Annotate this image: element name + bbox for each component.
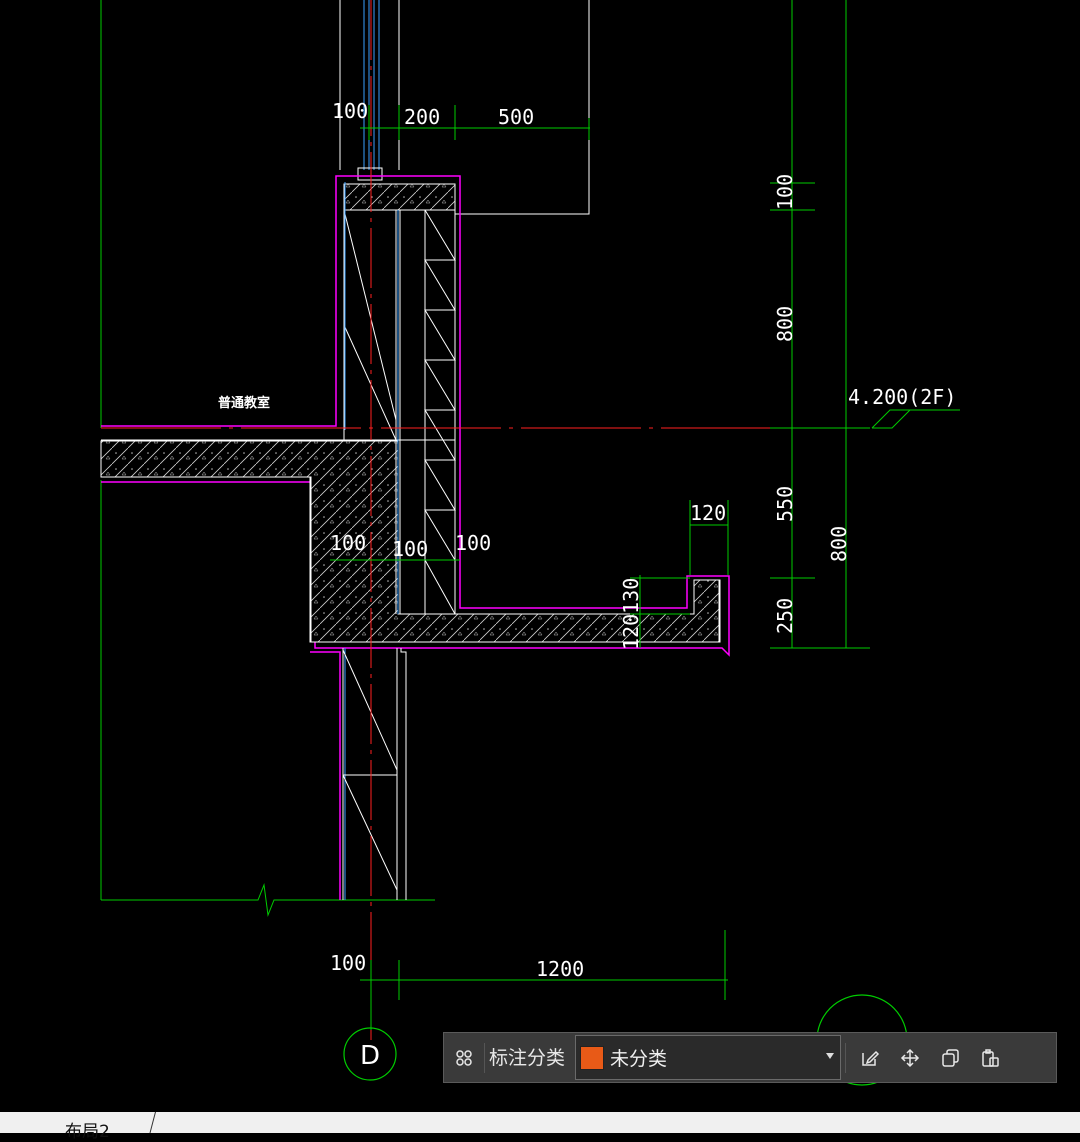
- dim-wall-100-mid[interactable]: 100: [392, 537, 428, 561]
- paste-icon[interactable]: [970, 1038, 1010, 1078]
- dim-ledge-120[interactable]: 120: [690, 501, 726, 525]
- edit-icon[interactable]: [850, 1038, 890, 1078]
- dim-right-100[interactable]: 100: [773, 174, 797, 210]
- axis-label: D: [360, 1041, 380, 1071]
- toolbar-divider: [845, 1042, 847, 1073]
- chevron-down-icon: [826, 1053, 835, 1059]
- lower-wall: [342, 648, 407, 900]
- dim-right-800[interactable]: 800: [773, 306, 797, 342]
- grid-icon[interactable]: [444, 1038, 484, 1078]
- cad-drawing-canvas[interactable]: 普通教室 4.200(2F) D 100 200 500 100 800 550…: [0, 0, 1080, 1112]
- dim-bottom-1200[interactable]: 1200: [536, 957, 584, 981]
- move-icon[interactable]: [890, 1038, 930, 1078]
- concrete-hatch: [100, 183, 721, 643]
- dim-top-100[interactable]: 100: [332, 99, 368, 123]
- category-color-swatch: [580, 1045, 605, 1070]
- insulation-zigzag: [424, 209, 456, 615]
- dim-bottom-100[interactable]: 100: [330, 951, 366, 975]
- annotation-toolbar: 标注分类 未分类: [443, 1032, 1057, 1083]
- layout-tab-bar: 布局2: [0, 1112, 1080, 1142]
- classify-label: 标注分类: [484, 1042, 575, 1073]
- tab-layout2[interactable]: 布局2: [30, 1112, 156, 1142]
- tab-label: 布局2: [65, 1122, 110, 1142]
- category-selected-value: 未分类: [610, 1048, 668, 1070]
- room-label: 普通教室: [218, 395, 270, 411]
- dim-right-550[interactable]: 550: [773, 486, 797, 522]
- window-jambs: [339, 0, 590, 215]
- dim-right-800-total[interactable]: 800: [827, 526, 851, 562]
- category-select[interactable]: 未分类: [575, 1035, 842, 1080]
- dim-right-250[interactable]: 250: [773, 598, 797, 634]
- level-mark[interactable]: 4.200(2F): [848, 385, 956, 409]
- dim-wall-100-right[interactable]: 100: [455, 531, 491, 555]
- dim-top-500[interactable]: 500: [498, 105, 534, 129]
- dim-wall-100-left[interactable]: 100: [330, 531, 366, 555]
- dim-top-200[interactable]: 200: [404, 105, 440, 129]
- axis-lines: [101, 0, 870, 1040]
- copy-icon[interactable]: [930, 1038, 970, 1078]
- dim-ledge-120-130[interactable]: 120130: [619, 578, 643, 650]
